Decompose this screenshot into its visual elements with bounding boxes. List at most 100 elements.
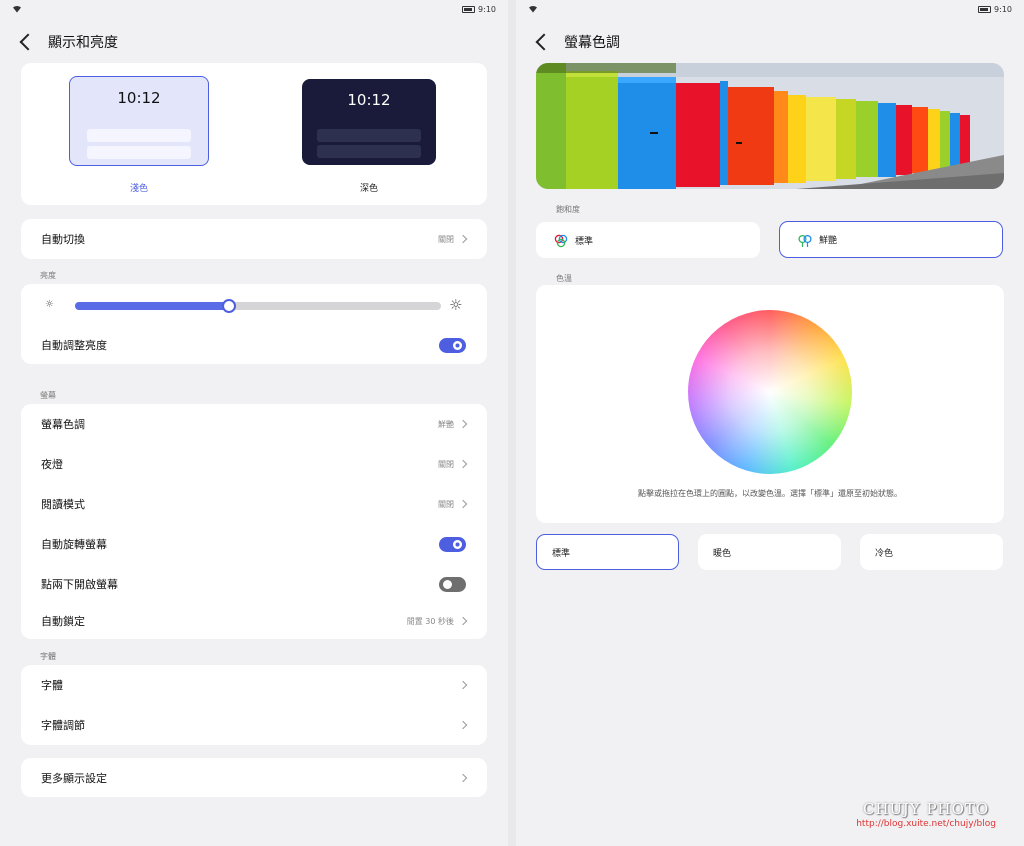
temperature-standard-label: 標準 [552,548,571,559]
double-tap-wake-label: 點兩下開啟螢幕 [41,578,118,591]
temperature-instructions: 點擊或拖拉在色環上的圓點，以改變色溫。選擇「標準」還原至初始狀態。 [638,489,902,498]
battery-icon [978,6,992,13]
auto-switch-value: 關閉 [438,234,488,245]
page-title: 顯示和亮度 [48,35,118,51]
auto-lock-value-text: 閒置 30 秒後 [406,616,454,626]
light-theme-label[interactable]: 淺色 [69,181,209,194]
chevron-right-icon [458,419,468,429]
display-brightness-panel: 9:10 顯示和亮度 10:12 淺色 10:12 深色 自動切換 關閉 亮度 … [0,0,508,846]
toggle-knob [443,579,452,589]
font-label: 字體 [41,679,63,692]
auto-rotate-label: 自動旋轉螢幕 [41,538,107,551]
saturation-standard-label: 標準 [575,236,594,247]
sun-small-icon: ☼ [45,299,54,310]
brightness-slider-handle[interactable] [221,299,236,313]
auto-lock-value: 閒置 30 秒後 [407,616,488,627]
dark-theme-preview[interactable]: 10:12 [302,79,436,165]
brightness-slider-fill [75,302,229,310]
reading-mode-label: 閱讀模式 [41,498,85,511]
auto-switch-value-text: 關閉 [438,234,454,244]
saturation-vivid-label: 鮮艷 [819,236,838,246]
saturation-standard-option[interactable]: 標準 [536,222,760,258]
color-circles-icon [554,233,568,248]
auto-switch-row[interactable]: 自動切換 關閉 [21,219,488,259]
reading-mode-value-text: 關閉 [438,499,454,509]
back-arrow-icon[interactable] [19,33,37,51]
dark-theme-label[interactable]: 深色 [299,181,439,194]
auto-brightness-toggle[interactable] [439,337,466,353]
vivid-color-icon [798,233,812,247]
dark-theme-bar [317,145,421,158]
saturation-section-label: 飽和度 [556,205,580,214]
more-settings-row[interactable]: 更多顯示設定 [21,758,488,797]
screen-tone-label: 螢幕色調 [41,418,85,431]
font-row[interactable]: 字體 [21,665,488,705]
chevron-right-icon [458,234,468,244]
status-bar: 9:10 [516,0,1024,20]
auto-lock-row[interactable]: 自動鎖定 閒置 30 秒後 [21,601,488,641]
font-adjust-value [454,720,488,730]
temperature-warm-option[interactable]: 暖色 [698,534,841,570]
light-theme-clock: 10:12 [117,89,161,107]
reading-mode-value: 關閉 [438,499,488,510]
chevron-right-icon [458,720,468,730]
night-light-value-text: 關閉 [438,459,454,469]
temperature-cool-label: 冷色 [875,548,894,559]
toggle-knob [453,340,462,350]
temperature-cool-option[interactable]: 冷色 [860,534,1003,570]
auto-rotate-toggle[interactable] [439,536,466,552]
auto-brightness-row: 自動調整亮度 [21,325,488,365]
temperature-standard-option[interactable]: 標準 [536,534,679,570]
reading-mode-row[interactable]: 閱讀模式 關閉 [21,484,488,524]
night-light-row[interactable]: 夜燈 關閉 [21,444,488,484]
more-settings-label: 更多顯示設定 [41,771,107,785]
screen-tone-row[interactable]: 螢幕色調 鮮艷 [21,404,488,444]
dark-theme-clock: 10:12 [347,91,391,109]
screen-tone-panel: 9:10 螢幕色調 飽和度 標準 鮮艷 色溫 點擊或拖拉在色環上的圓點，以改變色… [516,0,1024,846]
chevron-right-icon [458,616,468,626]
temperature-warm-label: 暖色 [713,548,732,559]
double-tap-wake-row: 點兩下開啟螢幕 [21,564,488,604]
wifi-icon [12,5,22,15]
screen-section-label: 螢幕 [40,391,56,400]
night-light-label: 夜燈 [41,458,63,471]
battery-icon [462,6,476,13]
chevron-right-icon [458,773,468,782]
preview-image [536,63,1004,189]
status-bar: 9:10 [0,0,508,20]
screen-tone-value-text: 鮮艷 [438,419,454,429]
font-adjust-row[interactable]: 字體調節 [21,705,488,745]
brightness-section-label: 亮度 [40,271,56,280]
auto-rotate-row: 自動旋轉螢幕 [21,524,488,564]
double-tap-wake-toggle[interactable] [439,576,466,592]
watermark-title: CHUJY PHOTO [862,800,990,818]
chevron-right-icon [458,680,468,690]
auto-switch-label: 自動切換 [41,233,85,246]
header: 顯示和亮度 [18,28,118,56]
auto-lock-label: 自動鎖定 [41,615,85,628]
sun-large-icon: ☼ [449,296,463,314]
font-value [454,680,488,690]
night-light-value: 關閉 [438,459,488,470]
watermark: CHUJY PHOTO http://blog.xuite.net/chujy/… [856,800,996,829]
status-time: 9:10 [478,5,496,14]
color-wheel[interactable] [688,310,852,474]
back-arrow-icon[interactable] [535,33,553,51]
theme-card: 10:12 淺色 10:12 深色 [21,63,487,205]
screen-tone-value: 鮮艷 [438,419,488,430]
dark-theme-bar [317,129,421,142]
more-settings-value [454,773,488,782]
toggle-knob [453,539,462,549]
saturation-vivid-option[interactable]: 鮮艷 [779,221,1003,258]
light-theme-bar [87,146,191,159]
chevron-right-icon [458,459,468,469]
watermark-url: http://blog.xuite.net/chujy/blog [856,819,996,829]
temperature-section-label: 色溫 [556,274,572,283]
wifi-icon [528,5,538,15]
status-time: 9:10 [994,5,1012,14]
auto-brightness-label: 自動調整亮度 [41,339,107,352]
light-theme-preview[interactable]: 10:12 [69,76,209,166]
brightness-slider-track[interactable] [75,299,441,313]
font-section-label: 字體 [40,652,56,661]
light-theme-bar [87,129,191,142]
